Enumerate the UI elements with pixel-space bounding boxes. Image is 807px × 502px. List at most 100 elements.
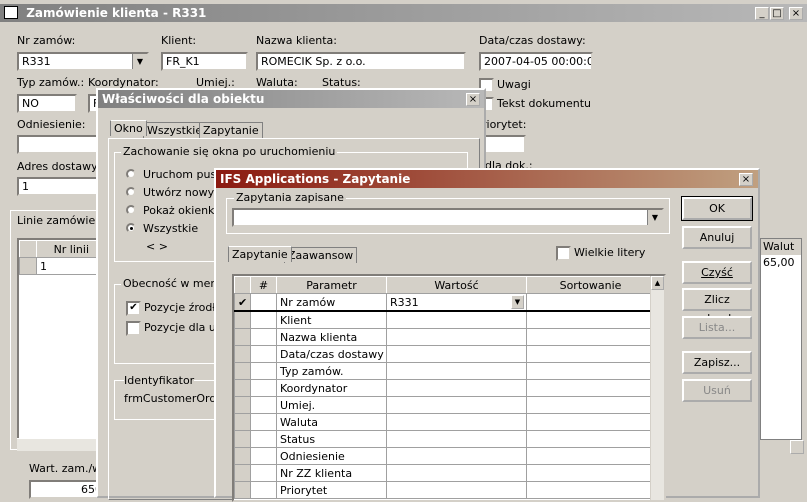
save-button[interactable]: Zapisz...: [682, 351, 752, 374]
klient-field[interactable]: FR_K1: [161, 52, 248, 71]
cancel-button[interactable]: Anuluj: [682, 226, 752, 249]
radio-uruchom[interactable]: [126, 169, 136, 179]
col-header[interactable]: Parametr: [276, 276, 387, 294]
query-title: IFS Applications - Zapytanie: [220, 172, 411, 186]
table-row[interactable]: ✔ Nr zamów R331 ▼: [234, 293, 655, 312]
param-cell: Nr ZZ klienta: [276, 464, 387, 482]
table-row[interactable]: Klient: [234, 310, 655, 329]
param-cell: Priorytet: [276, 481, 387, 499]
chevron-down-icon[interactable]: ▼: [647, 210, 662, 225]
param-cell: Nazwa klienta: [276, 328, 387, 346]
table-row[interactable]: Waluta: [234, 413, 655, 431]
col-header[interactable]: [234, 276, 251, 294]
saved-queries-select[interactable]: ▼: [232, 208, 664, 227]
pozycje-uzytkownika-checkbox[interactable]: [126, 321, 141, 336]
data-dostawy-label: Data/czas dostawy:: [479, 34, 586, 47]
param-cell: Status: [276, 430, 387, 448]
close-icon[interactable]: ×: [466, 93, 480, 106]
query-dialog: IFS Applications - Zapytanie × Zapytania…: [214, 168, 760, 502]
data-dostawy-field[interactable]: 2007-04-05 00:00:00: [479, 52, 593, 71]
table-row[interactable]: Odniesienie: [234, 447, 655, 465]
table-row[interactable]: Nr ZZ klienta: [234, 464, 655, 482]
table-row[interactable]: Data/czas dostawy: [234, 345, 655, 363]
adres-dostawy-label: Adres dostawy: [17, 160, 98, 173]
chevron-down-icon[interactable]: ▼: [511, 295, 524, 309]
value-select[interactable]: R331 ▼: [386, 293, 527, 312]
identifier-value: frmCustomerOrder: [124, 392, 228, 405]
tekst-dokumentu-label: Tekst dokumentu: [497, 97, 591, 110]
tab-zapytanie[interactable]: Zapytanie: [228, 246, 292, 262]
param-cell: Umiej.: [276, 396, 387, 414]
radio-wszystkie[interactable]: [126, 223, 136, 233]
param-cell: Koordynator: [276, 379, 387, 397]
ok-button[interactable]: OK: [681, 196, 753, 221]
pozycje-zrodlowe-checkbox[interactable]: ✔: [126, 301, 141, 316]
radio-wszystkie-label: Wszystkie: [143, 222, 199, 235]
table-cell: 65,00: [763, 256, 795, 269]
typ-zamow-field[interactable]: NO: [17, 94, 77, 113]
priorytet-label: riorytet:: [482, 118, 527, 131]
properties-title: Właściwości dla obiektu: [102, 92, 265, 106]
table-row[interactable]: Status: [234, 430, 655, 448]
query-titlebar[interactable]: IFS Applications - Zapytanie: [216, 170, 758, 188]
wielkie-litery-label: Wielkie litery: [574, 246, 646, 259]
main-titlebar[interactable]: Zamówienie klienta - R331: [0, 4, 807, 22]
table-row[interactable]: Nazwa klienta: [234, 328, 655, 346]
tab-zapytanie[interactable]: Zapytanie: [199, 122, 263, 138]
odniesienie-field[interactable]: [17, 135, 107, 154]
close-icon[interactable]: ×: [739, 173, 753, 186]
table-row[interactable]: Koordynator: [234, 379, 655, 397]
properties-titlebar[interactable]: Właściwości dla obiektu: [98, 90, 484, 108]
identifier-caption: Identyfikator: [124, 374, 195, 387]
col-header[interactable]: #: [250, 276, 277, 294]
table-row[interactable]: Typ zamów.: [234, 362, 655, 380]
table-row[interactable]: Umiej.: [234, 396, 655, 414]
param-cell: Odniesienie: [276, 447, 387, 465]
radio-pokaz[interactable]: [126, 205, 136, 215]
param-cell: Nr zamów: [276, 293, 387, 312]
list-button[interactable]: Lista...: [682, 316, 752, 339]
clear-button[interactable]: Czyść: [682, 261, 752, 284]
close-icon[interactable]: ×: [789, 7, 803, 20]
table-row[interactable]: Priorytet: [234, 481, 655, 499]
adres-dostawy-field[interactable]: 1: [17, 177, 107, 196]
priorytet-field[interactable]: [482, 135, 526, 154]
col-header[interactable]: Walut: [761, 239, 801, 255]
tab-okno[interactable]: Okno: [110, 120, 147, 136]
radio-utworz[interactable]: [126, 187, 136, 197]
odniesienie-label: Odniesienie:: [17, 118, 86, 131]
nazwa-klienta-label: Nazwa klienta:: [256, 34, 337, 47]
chevron-down-icon[interactable]: ▼: [132, 54, 147, 69]
vertical-scrollbar[interactable]: ▲: [650, 276, 664, 500]
count-records-button[interactable]: Zlicz rekordy: [682, 288, 752, 325]
tab-wszystkie[interactable]: Wszystkie: [143, 122, 207, 138]
scroll-up-icon[interactable]: ▲: [651, 276, 664, 290]
delete-button[interactable]: Usuń: [682, 379, 752, 402]
tab-zaawansowane[interactable]: Zaawansow: [284, 247, 358, 263]
col-header[interactable]: Sortowanie: [526, 276, 655, 294]
maximize-icon[interactable]: □: [770, 7, 784, 20]
col-header[interactable]: Wartość: [386, 276, 527, 294]
uwagi-label: Uwagi: [497, 78, 531, 91]
nr-zamow-select[interactable]: R331 ▼: [17, 52, 149, 71]
radio-pokaz-label: Pokaż okienko: [143, 204, 221, 217]
check-icon: ✔: [234, 293, 251, 312]
nr-zamow-label: Nr zamów:: [17, 34, 76, 47]
param-cell: Data/czas dostawy: [276, 345, 387, 363]
right-scrollbar[interactable]: [790, 440, 804, 454]
app-icon: [4, 6, 18, 19]
horizontal-scrollbar[interactable]: [17, 438, 105, 451]
minimize-icon[interactable]: _: [755, 7, 769, 20]
query-grid[interactable]: # Parametr Wartość Sortowanie ✔ Nr zamów…: [232, 274, 666, 502]
lines-table-right: Walut 65,00: [760, 238, 802, 440]
wielkie-litery-checkbox[interactable]: [556, 246, 571, 261]
scroll-arrows[interactable]: < >: [146, 240, 168, 253]
nazwa-klienta-field[interactable]: ROMECIK Sp. z o.o.: [256, 52, 466, 71]
klient-label: Klient:: [161, 34, 197, 47]
param-cell: Waluta: [276, 413, 387, 431]
param-cell: Klient: [276, 310, 387, 329]
col-header[interactable]: [19, 240, 37, 258]
param-cell: Typ zamów.: [276, 362, 387, 380]
group-caption: Zachowanie się okna po uruchomieniu: [121, 145, 338, 158]
saved-queries-caption: Zapytania zapisane: [234, 191, 346, 204]
